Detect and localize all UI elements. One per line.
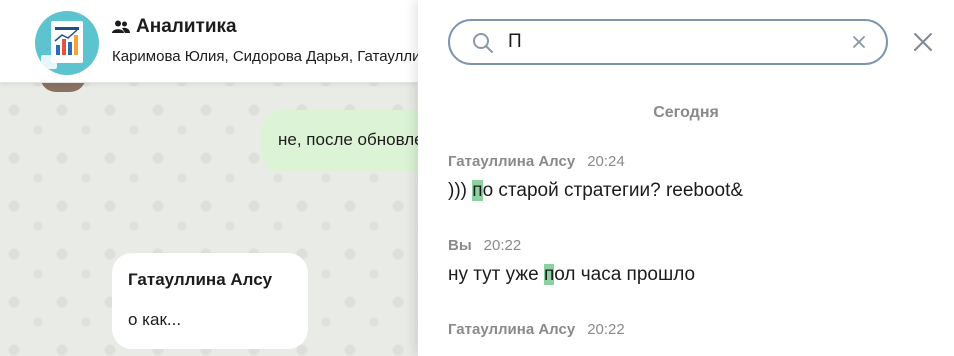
incoming-message-text: о как...	[128, 310, 182, 329]
outgoing-message[interactable]: не, после обновления	[262, 110, 418, 172]
search-panel: Сегодня Гатауллина Алсу20:24 ))) по стар…	[418, 0, 954, 356]
search-input[interactable]	[508, 29, 828, 55]
chat-members: Каримова Юлия, Сидорова Дарья, Гатауллин…	[112, 48, 418, 65]
search-result[interactable]: Гатауллина Алсу 20:22	[448, 321, 928, 338]
chat-title[interactable]: Аналитика	[112, 16, 237, 38]
result-text: ))) по старой стратегии? reeboot&	[448, 180, 928, 202]
result-time: 20:24	[587, 153, 625, 170]
outgoing-message-text: не, после обновления	[278, 130, 418, 149]
group-icon	[112, 20, 130, 33]
search-match-highlight: п	[472, 180, 483, 201]
close-icon[interactable]	[912, 31, 934, 53]
analytics-illustration-icon	[41, 21, 83, 69]
result-text-after: ол часа прошло	[554, 264, 696, 285]
result-text: ну тут уже пол часа прошло	[448, 264, 928, 286]
search-result[interactable]: Вы 20:22 ну тут уже пол часа прошло	[448, 237, 928, 286]
result-time: 20:22	[483, 237, 522, 254]
incoming-message[interactable]: Гатауллина Алсу о как...	[112, 253, 308, 349]
result-time: 20:22	[587, 321, 625, 338]
group-avatar[interactable]	[35, 11, 99, 75]
search-field[interactable]	[448, 19, 888, 65]
result-text-before: ну тут уже	[448, 264, 544, 285]
search-match-highlight: п	[543, 264, 555, 285]
date-separator: Сегодня	[653, 104, 719, 121]
message-author[interactable]: Гатауллина Алсу	[128, 270, 272, 290]
chat-area: не, после обновления Гатауллина Алсу о к…	[0, 0, 418, 356]
result-meta: Гатауллина Алсу 20:24	[448, 153, 928, 170]
result-meta: Гатауллина Алсу 20:22	[448, 321, 928, 338]
result-author: Гатауллина Алсу	[448, 321, 576, 338]
clear-icon[interactable]	[850, 33, 868, 51]
chat-header[interactable]: Аналитика Каримова Юлия, Сидорова Дарья,…	[0, 0, 418, 83]
chat-title-text: Аналитика	[136, 16, 237, 37]
result-text-after: о старой стратегии? reeboot&	[482, 180, 744, 201]
result-text-before: )))	[448, 180, 473, 201]
result-author: Вы	[448, 237, 472, 254]
result-author: Гатауллина Алсу	[448, 153, 576, 170]
result-meta: Вы 20:22	[448, 237, 928, 254]
search-icon	[473, 33, 493, 53]
search-result[interactable]: Гатауллина Алсу 20:24 ))) по старой страт…	[448, 153, 928, 202]
